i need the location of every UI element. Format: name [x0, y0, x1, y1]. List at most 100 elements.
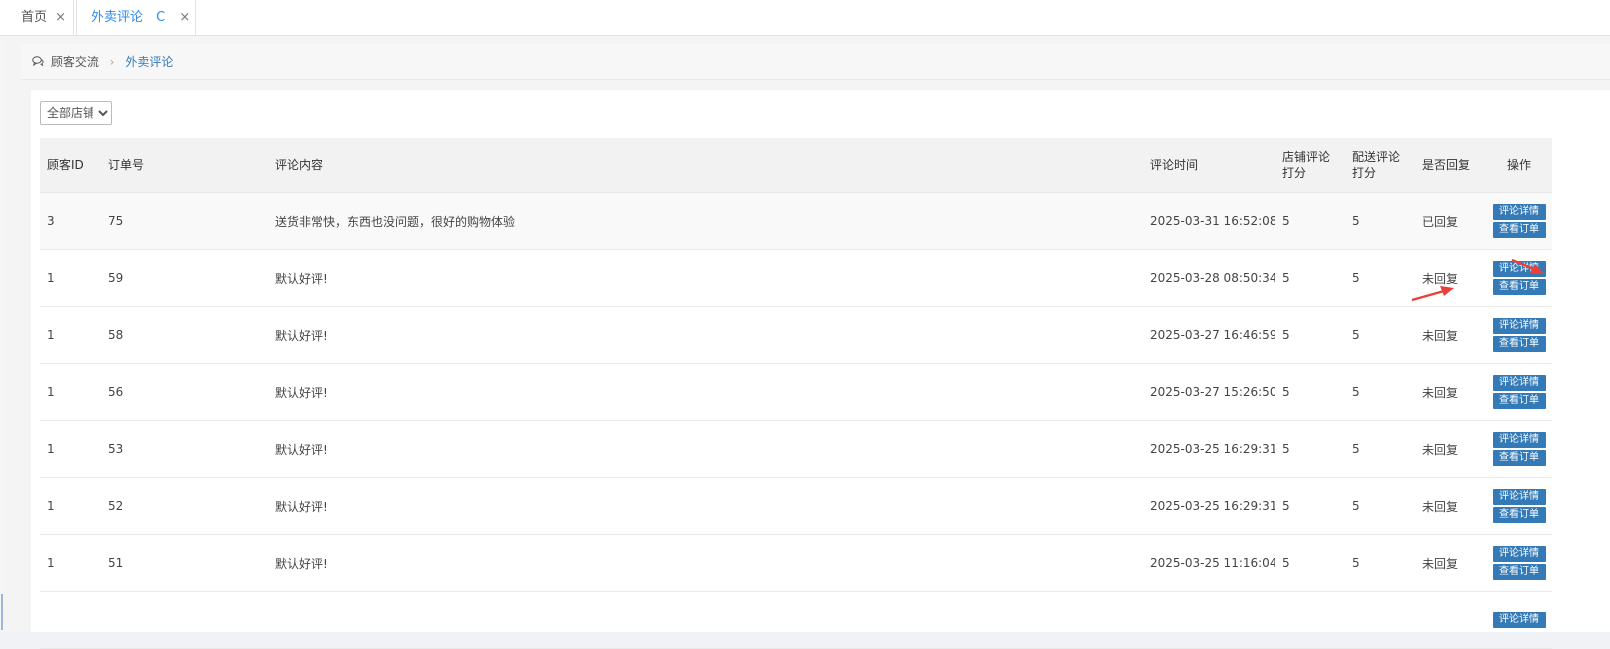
- cell-order-no: 52: [101, 477, 268, 535]
- review-detail-button[interactable]: 评论详情: [1492, 612, 1546, 628]
- header-delivery-score-line1: 配送评论: [1352, 150, 1401, 164]
- table-row: 1 56 默认好评! 2025-03-27 15:26:50 5 5 未回复 评…: [40, 363, 1552, 421]
- view-order-button[interactable]: 查看订单: [1492, 336, 1546, 352]
- cell-customer-id: 1: [40, 477, 101, 535]
- cell-actions: 评论详情: [1486, 591, 1552, 649]
- cell-content: [268, 591, 1143, 649]
- cell-time: 2025-03-27 16:46:59: [1143, 306, 1275, 364]
- cell-replied: 未回复: [1415, 420, 1486, 478]
- store-select[interactable]: 全部店铺: [40, 101, 112, 125]
- cell-actions: 评论详情 查看订单: [1486, 363, 1552, 421]
- cell-time: 2025-03-25 16:29:31: [1143, 477, 1275, 535]
- header-time: 评论时间: [1143, 138, 1275, 193]
- cell-store-score: 5: [1275, 249, 1345, 307]
- header-replied: 是否回复: [1415, 138, 1486, 193]
- cell-time: 2025-03-25 11:16:04: [1143, 534, 1275, 592]
- annotation-arrow-icon: [1511, 258, 1544, 274]
- view-order-button[interactable]: 查看订单: [1492, 564, 1546, 580]
- header-store-score-line1: 店铺评论: [1282, 150, 1331, 164]
- cell-store-score: 5: [1275, 306, 1345, 364]
- cell-store-score: [1275, 591, 1345, 649]
- review-detail-button[interactable]: 评论详情: [1492, 204, 1546, 220]
- cell-time: 2025-03-28 08:50:34: [1143, 249, 1275, 307]
- cell-order-no: 51: [101, 534, 268, 592]
- view-order-button[interactable]: 查看订单: [1492, 222, 1546, 238]
- cell-customer-id: 1: [40, 420, 101, 478]
- tab-home[interactable]: 首页 ×: [0, 0, 74, 35]
- cell-delivery-score: 5: [1345, 249, 1415, 307]
- cell-customer-id: 3: [40, 192, 101, 250]
- cell-order-no: 56: [101, 363, 268, 421]
- cell-customer-id: 1: [40, 363, 101, 421]
- cell-store-score: 5: [1275, 420, 1345, 478]
- cell-store-score: 5: [1275, 477, 1345, 535]
- cell-order-no: 53: [101, 420, 268, 478]
- close-icon[interactable]: ×: [55, 10, 66, 25]
- header-store-score-line2: 打分: [1282, 166, 1307, 180]
- cell-replied: 已回复: [1415, 192, 1486, 250]
- table-row: 1 52 默认好评! 2025-03-25 16:29:31 5 5 未回复 评…: [40, 477, 1552, 535]
- header-actions: 操作: [1486, 138, 1552, 193]
- refresh-icon[interactable]: C: [156, 10, 165, 25]
- cell-store-score: 5: [1275, 363, 1345, 421]
- cell-replied: 未回复: [1415, 534, 1486, 592]
- cell-content: 默认好评!: [268, 306, 1143, 364]
- cell-replied: [1415, 591, 1486, 649]
- view-order-button[interactable]: 查看订单: [1492, 507, 1546, 523]
- cell-actions: 评论详情 查看订单: [1486, 420, 1552, 478]
- tab-bar: 首页 × 外卖评论 C ×: [0, 0, 1610, 36]
- cell-time: 2025-03-27 15:26:50: [1143, 363, 1275, 421]
- content-area: 顾客交流 › 外卖评论 全部店铺 顾客ID 订单号 评论内容 评论时间 店铺评论: [6, 36, 1610, 649]
- cell-content: 默认好评!: [268, 534, 1143, 592]
- cell-content: 默认好评!: [268, 420, 1143, 478]
- table-row: 1 53 默认好评! 2025-03-25 16:29:31 5 5 未回复 评…: [40, 420, 1552, 478]
- cell-content: 送货非常快，东西也没问题，很好的购物体验: [268, 192, 1143, 250]
- breadcrumb-separator: ›: [109, 55, 115, 69]
- table-row: 3 75 送货非常快，东西也没问题，很好的购物体验 2025-03-31 16:…: [40, 192, 1552, 250]
- reviews-panel: 全部店铺 顾客ID 订单号 评论内容 评论时间 店铺评论 打分 配送评论 打分 …: [31, 90, 1610, 649]
- cell-time: 2025-03-31 16:52:08: [1143, 192, 1275, 250]
- cell-time: 2025-03-25 16:29:31: [1143, 420, 1275, 478]
- tab-takeaway-reviews[interactable]: 外卖评论 C ×: [76, 0, 196, 35]
- cell-delivery-score: 5: [1345, 363, 1415, 421]
- table-row: 1 51 默认好评! 2025-03-25 11:16:04 5 5 未回复 评…: [40, 534, 1552, 592]
- cell-delivery-score: 5: [1345, 420, 1415, 478]
- cell-content: 默认好评!: [268, 249, 1143, 307]
- cell-store-score: 5: [1275, 534, 1345, 592]
- header-customer-id: 顾客ID: [40, 138, 101, 193]
- cell-customer-id: 1: [40, 306, 101, 364]
- cell-delivery-score: 5: [1345, 534, 1415, 592]
- cell-order-no: 75: [101, 192, 268, 250]
- cell-time: [1143, 591, 1275, 649]
- header-delivery-score: 配送评论 打分: [1345, 138, 1415, 193]
- cell-delivery-score: 5: [1345, 306, 1415, 364]
- review-detail-button[interactable]: 评论详情: [1492, 375, 1546, 391]
- review-detail-button[interactable]: 评论详情: [1492, 432, 1546, 448]
- header-delivery-score-line2: 打分: [1352, 166, 1377, 180]
- cell-customer-id: 1: [40, 534, 101, 592]
- table-header-row: 顾客ID 订单号 评论内容 评论时间 店铺评论 打分 配送评论 打分 是否回复 …: [40, 138, 1552, 193]
- cell-order-no: 59: [101, 249, 268, 307]
- review-detail-button[interactable]: 评论详情: [1492, 489, 1546, 505]
- review-detail-button[interactable]: 评论详情: [1492, 546, 1546, 562]
- close-icon[interactable]: ×: [179, 10, 190, 25]
- cell-content: 默认好评!: [268, 363, 1143, 421]
- reviews-table: 顾客ID 订单号 评论内容 评论时间 店铺评论 打分 配送评论 打分 是否回复 …: [40, 138, 1552, 649]
- breadcrumb-current: 外卖评论: [125, 55, 174, 69]
- view-order-button[interactable]: 查看订单: [1492, 393, 1546, 409]
- header-content: 评论内容: [268, 138, 1143, 193]
- cell-delivery-score: 5: [1345, 477, 1415, 535]
- cell-actions: 评论详情 查看订单: [1486, 534, 1552, 592]
- view-order-button[interactable]: 查看订单: [1492, 279, 1546, 295]
- breadcrumb: 顾客交流 › 外卖评论: [21, 44, 1610, 80]
- table-row: 1 58 默认好评! 2025-03-27 16:46:59 5 5 未回复 评…: [40, 306, 1552, 364]
- cell-store-score: 5: [1275, 192, 1345, 250]
- view-order-button[interactable]: 查看订单: [1492, 450, 1546, 466]
- cell-replied: 未回复: [1415, 306, 1486, 364]
- table-row: 1 59 默认好评! 2025-03-28 08:50:34 5 5 未回复 评…: [40, 249, 1552, 307]
- review-detail-button[interactable]: 评论详情: [1492, 318, 1546, 334]
- cell-actions: 评论详情 查看订单: [1486, 477, 1552, 535]
- cell-order-no: [101, 591, 268, 649]
- annotation-arrow-icon: [1411, 286, 1454, 302]
- breadcrumb-parent[interactable]: 顾客交流: [51, 55, 99, 69]
